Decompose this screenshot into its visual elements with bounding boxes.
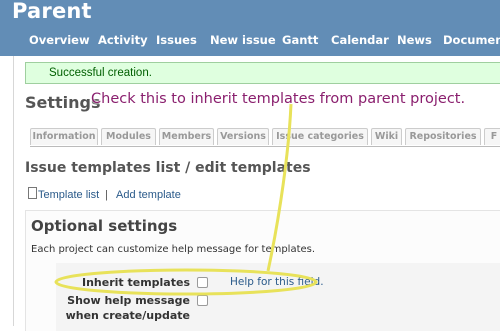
pointer-line bbox=[266, 103, 293, 272]
annotation-overlay bbox=[54, 103, 318, 296]
highlight-ellipse bbox=[54, 268, 318, 296]
annotation-callout: Check this to inherit templates from par… bbox=[91, 91, 466, 107]
